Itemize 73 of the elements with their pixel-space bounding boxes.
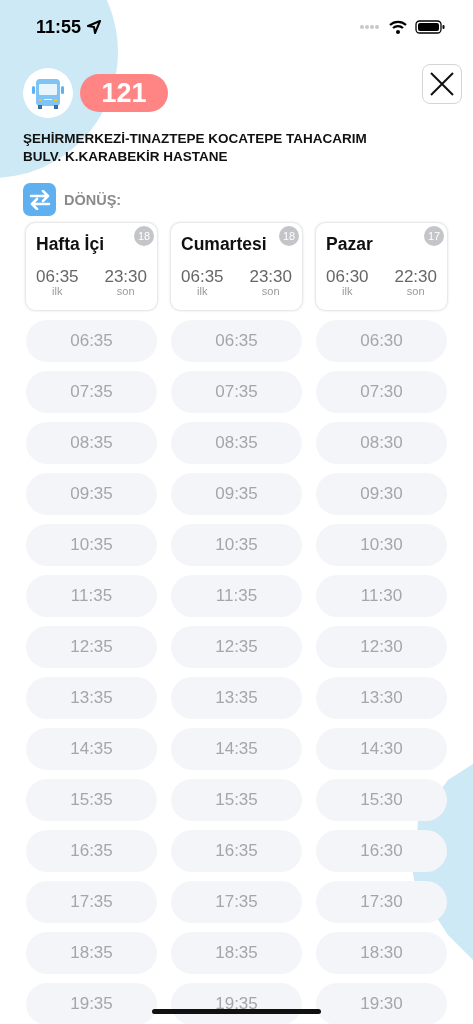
departure-time: 06:35 <box>26 320 157 362</box>
schedule-card[interactable]: Cumartesi 18 06:35 ilk 23:30 son <box>171 223 302 310</box>
first-label: ilk <box>197 285 208 297</box>
wifi-icon <box>389 20 407 34</box>
departure-time: 09:35 <box>171 473 302 515</box>
departure-time: 18:35 <box>26 932 157 974</box>
last-time: 23:30 <box>104 268 147 285</box>
schedule-card[interactable]: Hafta İçi 18 06:35 ilk 23:30 son <box>26 223 157 310</box>
day-label: Hafta İçi <box>36 234 105 255</box>
departure-time: 09:35 <box>26 473 157 515</box>
last-label: son <box>116 285 135 297</box>
day-label: Cumartesi <box>181 234 267 255</box>
departure-time: 12:35 <box>26 626 157 668</box>
first-label: ilk <box>342 285 353 297</box>
day-label: Pazar <box>326 234 373 255</box>
last-label: son <box>261 285 280 297</box>
first-label: ilk <box>52 285 63 297</box>
departure-time: 17:35 <box>26 881 157 923</box>
departure-time: 09:30 <box>316 473 447 515</box>
close-icon <box>429 71 455 97</box>
departure-time: 16:30 <box>316 830 447 872</box>
route-name: ŞEHİRMERKEZİ-TINAZTEPE KOCATEPE TAHACARIM BULV. K.KARABEKİR HASTANE <box>23 130 368 166</box>
departure-time: 08:35 <box>171 422 302 464</box>
swap-icon <box>23 183 56 216</box>
close-button[interactable] <box>422 64 462 104</box>
departure-time: 13:35 <box>26 677 157 719</box>
route-number-badge: 121 <box>80 74 168 112</box>
trip-count-badge: 17 <box>424 226 444 246</box>
departure-time: 08:30 <box>316 422 447 464</box>
departure-time: 10:35 <box>171 524 302 566</box>
departure-time: 11:30 <box>316 575 447 617</box>
departure-time: 16:35 <box>171 830 302 872</box>
last-time: 23:30 <box>249 268 292 285</box>
departure-time: 11:35 <box>26 575 157 617</box>
departure-time: 06:30 <box>316 320 447 362</box>
departure-time: 13:30 <box>316 677 447 719</box>
departure-time: 07:35 <box>26 371 157 413</box>
departure-time: 10:30 <box>316 524 447 566</box>
departure-time: 06:35 <box>171 320 302 362</box>
departure-time: 11:35 <box>171 575 302 617</box>
status-time: 11:55 <box>36 16 82 38</box>
departure-time: 17:30 <box>316 881 447 923</box>
schedule-card[interactable]: Pazar 17 06:30 ilk 22:30 son <box>316 223 447 310</box>
last-label: son <box>406 285 425 297</box>
direction-label: DÖNÜŞ: <box>64 191 122 208</box>
first-time: 06:35 <box>36 268 79 285</box>
departure-time: 10:35 <box>26 524 157 566</box>
trip-count-badge: 18 <box>279 226 299 246</box>
departure-time: 19:30 <box>316 983 447 1024</box>
departure-time: 17:35 <box>171 881 302 923</box>
departure-time: 16:35 <box>26 830 157 872</box>
last-time: 22:30 <box>394 268 437 285</box>
location-arrow-icon <box>87 20 102 34</box>
first-time: 06:30 <box>326 268 369 285</box>
battery-icon <box>415 20 445 34</box>
departure-time: 07:30 <box>316 371 447 413</box>
signal-icon <box>359 24 381 30</box>
departure-time: 14:35 <box>171 728 302 770</box>
first-time: 06:35 <box>181 268 224 285</box>
departure-time: 14:30 <box>316 728 447 770</box>
departure-time: 18:35 <box>171 932 302 974</box>
departure-time: 08:35 <box>26 422 157 464</box>
departure-time: 15:35 <box>171 779 302 821</box>
departure-time: 19:35 <box>26 983 157 1024</box>
departure-time: 15:30 <box>316 779 447 821</box>
departure-time: 14:35 <box>26 728 157 770</box>
trip-count-badge: 18 <box>134 226 154 246</box>
departure-time: 13:35 <box>171 677 302 719</box>
departure-time: 12:35 <box>171 626 302 668</box>
departure-time: 12:30 <box>316 626 447 668</box>
departure-time: 15:35 <box>26 779 157 821</box>
departure-time: 18:30 <box>316 932 447 974</box>
departure-time: 07:35 <box>171 371 302 413</box>
